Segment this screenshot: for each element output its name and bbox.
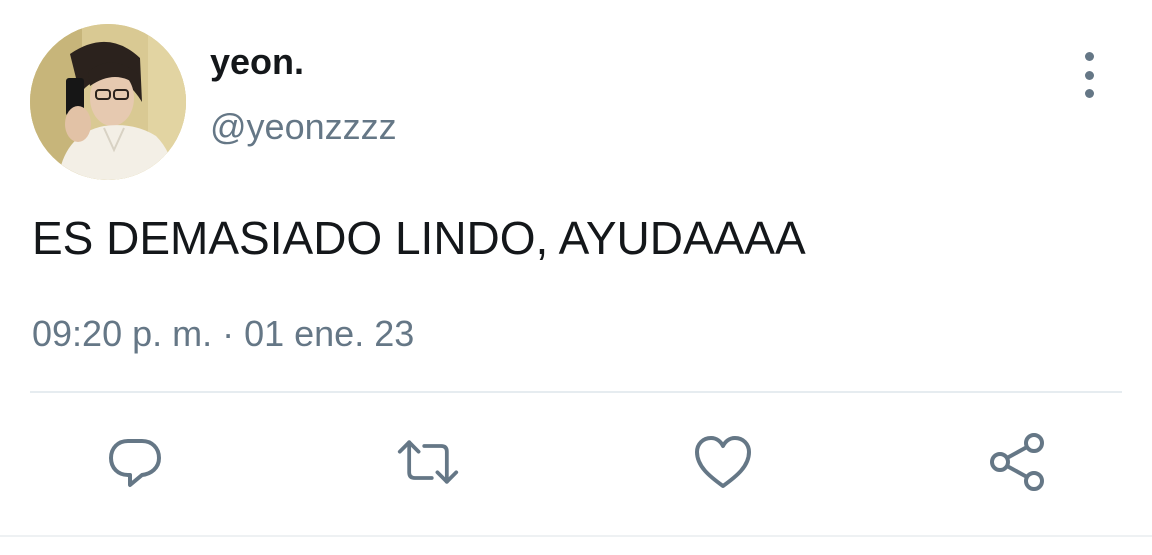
- author-display-name[interactable]: yeon.: [210, 42, 304, 82]
- more-dot: [1084, 89, 1094, 98]
- more-options-icon[interactable]: [1068, 52, 1110, 98]
- like-icon: [695, 436, 751, 488]
- more-dot: [1084, 70, 1094, 80]
- divider: [30, 391, 1122, 393]
- bottom-divider: [0, 535, 1152, 537]
- avatar[interactable]: [30, 24, 186, 180]
- more-dot: [1084, 52, 1094, 61]
- author-handle[interactable]: @yeonzzzz: [210, 107, 397, 147]
- retweet-button[interactable]: [396, 430, 460, 494]
- like-button[interactable]: [691, 430, 755, 494]
- share-icon: [990, 433, 1044, 491]
- reply-button[interactable]: [103, 430, 167, 494]
- tweet-text: ES DEMASIADO LINDO, AYUDAAAA: [32, 212, 806, 264]
- retweet-icon: [397, 440, 459, 484]
- share-button[interactable]: [985, 430, 1049, 494]
- reply-icon: [109, 439, 161, 487]
- tweet-timestamp[interactable]: 09:20 p. m. · 01 ene. 23: [32, 313, 414, 355]
